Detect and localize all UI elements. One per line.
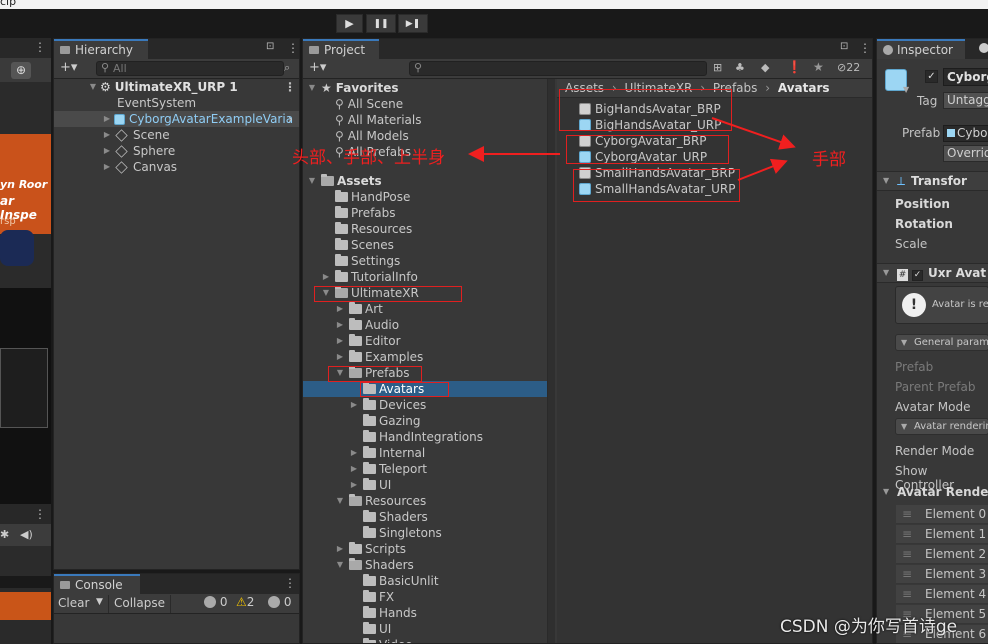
annotation-hands: 手部 [812, 150, 846, 170]
annotation-arrows [468, 117, 796, 181]
annotation-head-hand-body: 头部、手部、上半身 [292, 148, 445, 168]
arrow-from-bighands [711, 117, 796, 150]
watermark: CSDN @为你写首诗ge [780, 617, 958, 637]
arrow-from-smallhands [737, 158, 788, 181]
